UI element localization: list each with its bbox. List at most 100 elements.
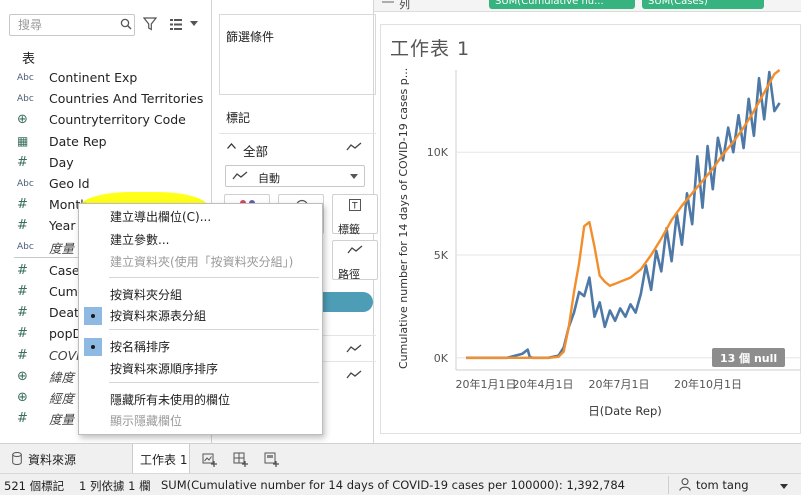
field-name: Case xyxy=(49,262,80,278)
menu-item[interactable]: 建立參數... xyxy=(110,230,169,250)
menu-item[interactable]: 按名稱排序 xyxy=(110,337,170,357)
tab-sheet-1[interactable]: 工作表 1 xyxy=(132,444,190,474)
chevron-down-icon[interactable] xyxy=(780,484,788,489)
field-name: Countries And Territories xyxy=(49,91,204,107)
search-input[interactable] xyxy=(9,14,135,36)
number-type-icon: # xyxy=(17,262,28,278)
marks-all-label: 全部 xyxy=(243,144,269,159)
checkmark-icon xyxy=(84,307,102,325)
field-name: 度量 xyxy=(49,412,75,428)
field-name: Deat xyxy=(49,305,79,321)
x-tick-label: 20年10月1日 xyxy=(674,377,742,391)
new-story-icon[interactable] xyxy=(264,451,280,467)
new-dashboard-icon[interactable] xyxy=(233,451,249,467)
number-type-icon: # xyxy=(17,284,28,299)
string-type-icon: Abc xyxy=(17,93,34,104)
field-name: 經度 xyxy=(49,391,75,406)
status-sum: SUM(Cumulative number for 14 days of COV… xyxy=(161,478,625,492)
globe-icon: ⊕ xyxy=(17,368,28,384)
database-icon xyxy=(12,452,22,465)
menu-separator xyxy=(109,329,319,330)
filter-icon[interactable] xyxy=(143,17,157,31)
globe-icon: ⊕ xyxy=(17,112,28,128)
menu-item[interactable]: 隱藏所有未使用的欄位 xyxy=(110,390,230,410)
number-type-icon: # xyxy=(17,218,28,234)
menu-item[interactable]: 按資料來源順序排序 xyxy=(110,359,218,379)
sheet-title: 工作表 1 xyxy=(390,38,471,60)
status-bar: 521 個標記 1 列依據 1 欄 SUM(Cumulative number … xyxy=(0,473,801,495)
field-name: 度量 xyxy=(49,240,75,256)
series-line xyxy=(466,70,781,360)
field-name: Day xyxy=(49,154,74,170)
chevron-up-icon[interactable] xyxy=(227,143,236,149)
menu-item[interactable]: 建立導出欄位(C)... xyxy=(110,207,211,227)
measure-pill-cumulative[interactable]: SUM(Cumulative nu... xyxy=(489,0,635,9)
rows-shelf[interactable]: 列 SUM(Cumulative nu... SUM(Cases) xyxy=(374,0,801,12)
x-axis-title: 日(Date Rep) xyxy=(588,404,661,418)
path-icon xyxy=(347,245,363,254)
label-button-text: 標籤 xyxy=(338,223,360,236)
chevron-down-icon[interactable] xyxy=(350,174,358,179)
search-icon[interactable] xyxy=(120,18,132,30)
number-type-icon: # xyxy=(17,326,28,342)
y-tick-label: 10K xyxy=(427,146,449,159)
line-mark-icon xyxy=(346,344,362,353)
string-type-icon: Abc xyxy=(17,178,34,189)
status-marks-count: 521 個標記 xyxy=(4,479,65,493)
field-name: COVI xyxy=(49,347,80,363)
measure-pill-cases[interactable]: SUM(Cases) xyxy=(642,0,764,9)
string-type-icon: Abc xyxy=(17,72,34,83)
line-mark-icon xyxy=(232,171,248,180)
filters-shelf[interactable]: 篩選條件 xyxy=(219,14,376,95)
sheet-tab-bar: 資料來源 工作表 1 xyxy=(0,443,801,474)
checkmark-icon xyxy=(84,338,102,356)
mark-type-dropdown[interactable]: 自動 xyxy=(225,165,365,187)
tables-heading: 表 xyxy=(22,52,36,67)
rows-icon xyxy=(382,1,394,3)
y-tick-label: 0K xyxy=(434,352,449,365)
menu-item[interactable]: 按資料夾分組 xyxy=(110,285,182,305)
rows-label: 列 xyxy=(399,0,410,11)
tab-sheet-label: 工作表 1 xyxy=(140,453,188,467)
globe-icon: ⊕ xyxy=(17,390,28,405)
null-indicator-badge[interactable]: 13 個 null xyxy=(712,348,786,367)
line-chart[interactable]: 0K 5K 10K 20年1月1日20年4月1日 20年7月1日 20年10月1日 Cumu… xyxy=(380,66,801,426)
field-name: Continent Exp xyxy=(49,70,138,85)
tab-datasource[interactable]: 資料來源 xyxy=(4,444,124,474)
field-item[interactable]: Abc Countries And Territories xyxy=(0,88,212,109)
menu-separator xyxy=(109,277,319,278)
string-type-icon: Abc xyxy=(17,242,34,253)
field-name: Year xyxy=(49,218,76,234)
menu-item: 建立資料夾(使用「按資料夾分組」) xyxy=(110,255,294,269)
status-user-name[interactable]: tom tang xyxy=(696,478,749,492)
x-tick-label: 20年4月1日 xyxy=(513,377,574,391)
list-view-icon[interactable] xyxy=(170,19,182,30)
field-item[interactable]: ⊕ Countryterritory Code xyxy=(0,109,212,130)
field-name: 緯度 xyxy=(49,369,75,385)
context-menu: 建立導出欄位(C)... 建立參數... 建立資料夾(使用「按資料夾分組」) 按資料夾… xyxy=(78,203,323,435)
field-item[interactable]: Abc Geo Id xyxy=(0,173,212,194)
calendar-icon: ▦ xyxy=(17,134,29,149)
y-tick-label: 5K xyxy=(434,249,449,262)
divider xyxy=(668,476,669,494)
field-item[interactable]: Abc Continent Exp xyxy=(0,67,212,88)
field-item[interactable]: # Day xyxy=(0,152,212,173)
new-worksheet-icon[interactable] xyxy=(202,451,218,467)
menu-separator xyxy=(109,382,319,383)
field-item[interactable]: ▦ Date Rep xyxy=(0,131,212,152)
chevron-down-icon[interactable] xyxy=(190,21,198,26)
menu-item[interactable]: 按資料來源表分組 xyxy=(110,306,206,326)
x-tick-label: 20年1月1日 xyxy=(456,377,517,391)
field-name: Geo Id xyxy=(49,176,90,191)
number-type-icon: # xyxy=(17,411,28,427)
y-axis-title: Cumulative number for 14 days of COVID-1… xyxy=(397,68,410,369)
path-button-text: 路徑 xyxy=(338,268,360,281)
marks-all-row[interactable]: 全部 xyxy=(219,133,376,159)
field-name: Cum xyxy=(49,284,78,299)
number-type-icon: # xyxy=(17,154,28,170)
status-rows-cols: 1 列依據 1 欄 xyxy=(79,479,151,493)
line-mark-icon xyxy=(346,142,362,151)
field-name: Countryterritory Code xyxy=(49,112,186,128)
label-icon: T xyxy=(349,199,361,211)
mark-type-value: 自動 xyxy=(258,172,280,185)
